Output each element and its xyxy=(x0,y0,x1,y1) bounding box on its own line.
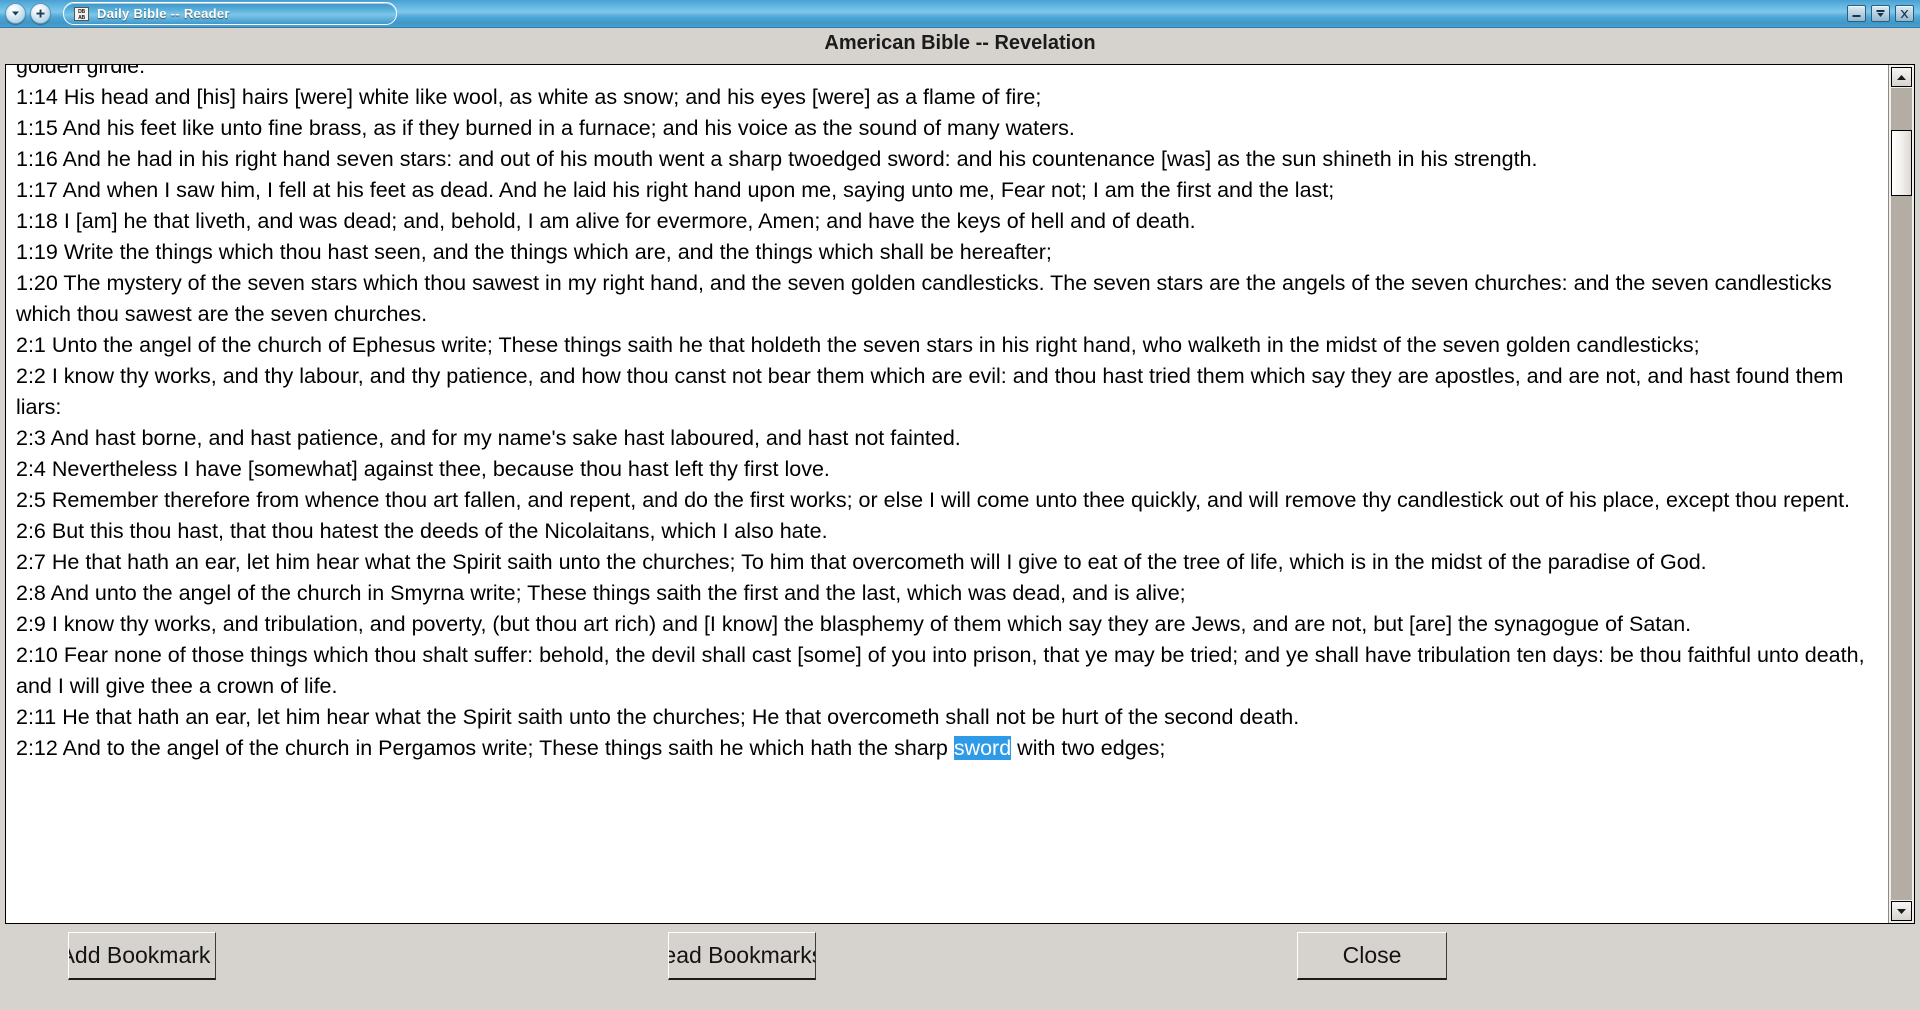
verse-line: 1:14 His head and [his] hairs [were] whi… xyxy=(16,85,1042,109)
verse-line: 2:2 I know thy works, and thy labour, an… xyxy=(16,364,1844,419)
window-title-chip[interactable]: DB AB Daily Bible -- Reader xyxy=(63,2,397,25)
restore-button[interactable] xyxy=(1871,5,1890,22)
verse-line: 2:9 I know thy works, and tribulation, a… xyxy=(16,612,1692,636)
restore-down-icon xyxy=(1875,9,1886,18)
window-menu-button[interactable] xyxy=(5,3,26,24)
titlebar-left-buttons xyxy=(0,3,51,24)
verse-line: golden girdle. xyxy=(16,65,146,78)
verse-line: 1:19 Write the things which thou hast se… xyxy=(16,240,1052,264)
close-icon xyxy=(1899,9,1910,19)
close-button[interactable]: Close xyxy=(1297,932,1447,980)
plus-icon xyxy=(36,9,45,18)
verse-line: 2:11 He that hath an ear, let him hear w… xyxy=(16,705,1300,729)
scroll-down-arrow-icon xyxy=(1896,902,1907,920)
verse-line: 2:5 Remember therefore from whence thou … xyxy=(16,488,1851,512)
close-window-button[interactable] xyxy=(1895,5,1914,22)
verse-list: golden girdle. 1:14 His head and [his] ha… xyxy=(16,65,1884,764)
verse-line: 1:15 And his feet like unto fine brass, … xyxy=(16,116,1075,140)
window-titlebar: DB AB Daily Bible -- Reader xyxy=(0,0,1920,28)
scripture-text-area[interactable]: golden girdle. 1:14 His head and [his] ha… xyxy=(6,65,1888,923)
verse-line: 2:1 Unto the angel of the church of Ephe… xyxy=(16,333,1700,357)
document-header: American Bible -- Revelation xyxy=(0,28,1920,58)
read-bookmarks-label: Read Bookmarks xyxy=(669,942,816,968)
minimize-button[interactable] xyxy=(1847,5,1866,22)
scrollbar-track[interactable] xyxy=(1891,88,1912,900)
verse-text-before-selection: 2:12 And to the angel of the church in P… xyxy=(16,736,954,760)
book-icon: DB AB xyxy=(74,6,89,21)
scrollbar-down-button[interactable] xyxy=(1891,901,1912,921)
verse-line: 2:10 Fear none of those things which tho… xyxy=(16,643,1865,698)
application-window: DB AB Daily Bible -- Reader American Bib… xyxy=(0,0,1920,1010)
verse-line: 2:6 But this thou hast, that thou hatest… xyxy=(16,519,828,543)
verse-line-selected: 2:12 And to the angel of the church in P… xyxy=(16,733,1884,764)
verse-line: 2:3 And hast borne, and hast patience, a… xyxy=(16,426,961,450)
window-controls xyxy=(1847,5,1920,22)
scrollbar-thumb[interactable] xyxy=(1891,130,1912,196)
window-title: Daily Bible -- Reader xyxy=(97,6,230,21)
verse-line: 2:7 He that hath an ear, let him hear wh… xyxy=(16,550,1707,574)
verse-line: 2:8 And unto the angel of the church in … xyxy=(16,581,1186,605)
window-add-button[interactable] xyxy=(30,3,51,24)
close-label: Close xyxy=(1342,942,1402,968)
scroll-up-arrow-icon xyxy=(1896,68,1907,86)
verse-line: 1:16 And he had in his right hand seven … xyxy=(16,147,1538,171)
verse-line: 1:18 I [am] he that liveth, and was dead… xyxy=(16,209,1196,233)
vertical-scrollbar[interactable] xyxy=(1888,65,1914,923)
action-button-bar: Add Bookmark Read Bookmarks Close xyxy=(0,932,1920,992)
add-bookmark-button[interactable]: Add Bookmark xyxy=(68,932,216,980)
verse-line: 1:17 And when I saw him, I fell at his f… xyxy=(16,178,1335,202)
verse-text-after-selection: with two edges; xyxy=(1011,736,1166,760)
verse-line: 1:20 The mystery of the seven stars whic… xyxy=(16,271,1832,326)
scrollbar-up-button[interactable] xyxy=(1891,67,1912,87)
chevron-down-icon xyxy=(11,10,20,17)
add-bookmark-label: Add Bookmark xyxy=(68,942,211,968)
read-bookmarks-button[interactable]: Read Bookmarks xyxy=(668,932,816,980)
selected-word[interactable]: sword xyxy=(953,736,1012,760)
page-title: American Bible -- Revelation xyxy=(824,31,1096,54)
minimize-icon xyxy=(1851,9,1862,18)
reader-pane: golden girdle. 1:14 His head and [his] ha… xyxy=(5,64,1915,924)
app-icon-line2: AB xyxy=(78,14,85,21)
verse-line: 2:4 Nevertheless I have [somewhat] again… xyxy=(16,457,830,481)
